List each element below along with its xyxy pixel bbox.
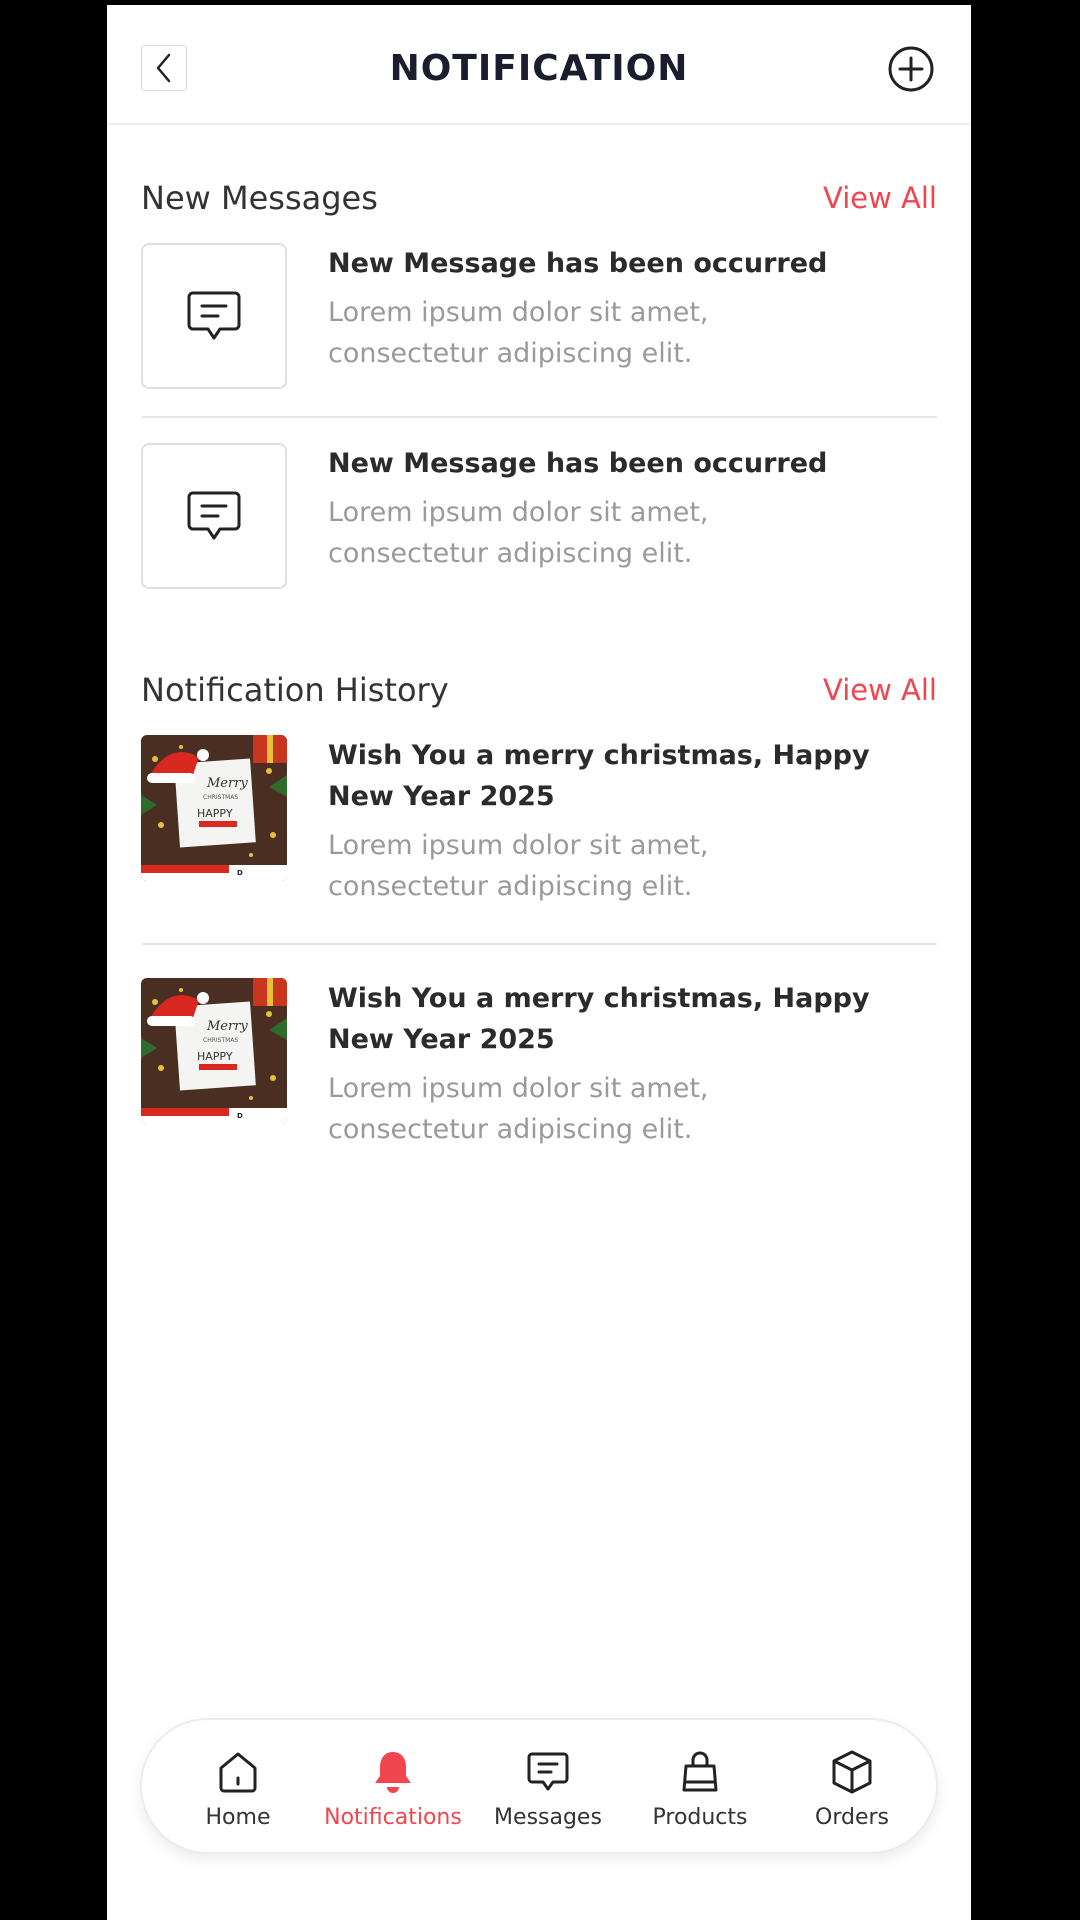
message-thumb (141, 243, 287, 389)
message-thumb (141, 443, 287, 589)
message-desc-line: Lorem ipsum dolor sit amet, (328, 497, 709, 528)
svg-text:Merry: Merry (206, 1019, 248, 1034)
history-title-line: Wish You a merry christmas, Happy (328, 740, 870, 771)
history-desc-line: Lorem ipsum dolor sit amet, (328, 830, 709, 861)
history-desc: Lorem ipsum dolor sit amet, consectetur … (328, 1068, 928, 1150)
message-text: New Message has been occurred Lorem ipsu… (328, 443, 928, 574)
nav-notifications[interactable]: Notifications (318, 1720, 468, 1856)
message-title: New Message has been occurred (328, 448, 828, 479)
nav-label: Home (205, 1804, 271, 1830)
svg-text:CHRISTMAS: CHRISTMAS (203, 1037, 238, 1044)
message-icon (187, 491, 241, 540)
history-title-line: Wish You a merry christmas, Happy (328, 983, 870, 1014)
box-icon (832, 1750, 872, 1793)
phone-screen: NOTIFICATION New Messages View All New M… (107, 5, 971, 1920)
message-desc-line: Lorem ipsum dolor sit amet, (328, 297, 709, 328)
history-title-line: New Year 2025 (328, 781, 555, 812)
message-icon (527, 1752, 569, 1790)
divider (141, 416, 937, 418)
message-desc-line: consectetur adipiscing elit. (328, 538, 693, 569)
message-item[interactable]: New Message has been occurred Lorem ipsu… (141, 443, 937, 593)
history-view-all-link[interactable]: View All (823, 673, 937, 707)
bag-icon (682, 1751, 718, 1791)
new-messages-view-all-link[interactable]: View All (823, 181, 937, 215)
chevron-left-icon (156, 53, 171, 83)
history-title-line: New Year 2025 (328, 1024, 555, 1055)
christmas-card-image: Merry CHRISTMAS HAPPY D (141, 735, 287, 881)
header: NOTIFICATION (107, 5, 971, 125)
home-icon (219, 1752, 257, 1792)
svg-text:CHRISTMAS: CHRISTMAS (203, 794, 238, 801)
nav-home[interactable]: Home (163, 1720, 313, 1856)
svg-text:HAPPY: HAPPY (197, 807, 233, 820)
new-messages-header: New Messages View All (141, 173, 937, 223)
page-title: NOTIFICATION (389, 47, 689, 89)
nav-orders[interactable]: Orders (777, 1720, 927, 1856)
add-button[interactable] (887, 45, 935, 93)
christmas-card-image: Merry CHRISTMAS HAPPY D (141, 978, 287, 1124)
message-icon (187, 291, 241, 340)
history-text: Wish You a merry christmas, Happy New Ye… (328, 978, 928, 1150)
nav-label: Notifications (324, 1804, 462, 1830)
message-title: New Message has been occurred (328, 248, 828, 279)
svg-text:HAPPY: HAPPY (197, 1050, 233, 1063)
nav-label: Messages (494, 1804, 602, 1830)
bell-icon (375, 1751, 411, 1793)
history-title-text: Wish You a merry christmas, Happy New Ye… (328, 735, 928, 817)
history-desc-line: consectetur adipiscing elit. (328, 1114, 693, 1145)
nav-label: Products (652, 1804, 748, 1830)
history-title-text: Wish You a merry christmas, Happy New Ye… (328, 978, 928, 1060)
history-desc-line: Lorem ipsum dolor sit amet, (328, 1073, 709, 1104)
history-item[interactable]: Merry CHRISTMAS HAPPY D Wish You a merry… (141, 735, 937, 915)
svg-text:D: D (237, 1112, 243, 1120)
nav-products[interactable]: Products (625, 1720, 775, 1856)
message-desc-line: consectetur adipiscing elit. (328, 338, 693, 369)
history-item[interactable]: Merry CHRISTMAS HAPPY D Wish You a merry… (141, 978, 937, 1158)
svg-text:D: D (237, 869, 243, 877)
nav-messages[interactable]: Messages (473, 1720, 623, 1856)
plus-circle-icon (888, 46, 934, 92)
bottom-nav: Home Notifications Messages Products Ord… (140, 1718, 938, 1854)
message-desc: Lorem ipsum dolor sit amet, consectetur … (328, 492, 928, 574)
divider (141, 943, 937, 945)
message-item[interactable]: New Message has been occurred Lorem ipsu… (141, 243, 937, 393)
history-desc: Lorem ipsum dolor sit amet, consectetur … (328, 825, 928, 907)
history-desc-line: consectetur adipiscing elit. (328, 871, 693, 902)
history-title: Notification History (141, 671, 449, 709)
history-text: Wish You a merry christmas, Happy New Ye… (328, 735, 928, 907)
new-messages-title: New Messages (141, 179, 378, 217)
message-desc: Lorem ipsum dolor sit amet, consectetur … (328, 292, 928, 374)
history-header: Notification History View All (141, 665, 937, 715)
svg-text:Merry: Merry (206, 776, 248, 791)
back-button[interactable] (141, 45, 187, 91)
message-text: New Message has been occurred Lorem ipsu… (328, 243, 928, 374)
nav-label: Orders (815, 1804, 889, 1830)
